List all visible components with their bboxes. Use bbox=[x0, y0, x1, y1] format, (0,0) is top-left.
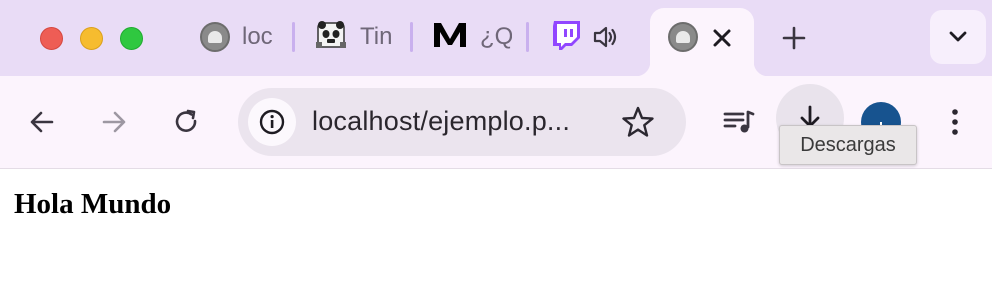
twitch-icon bbox=[550, 19, 582, 56]
media-controls-button[interactable] bbox=[718, 102, 760, 142]
reload-button[interactable] bbox=[166, 102, 206, 142]
panda-icon bbox=[314, 20, 348, 55]
forward-button[interactable] bbox=[94, 102, 134, 142]
window-close-button[interactable] bbox=[40, 27, 63, 50]
reload-icon bbox=[175, 109, 197, 132]
medium-m-icon bbox=[432, 20, 468, 55]
tab-localhost[interactable]: loc bbox=[200, 14, 276, 60]
kebab-menu-icon bbox=[952, 109, 958, 135]
address-bar[interactable]: localhost/ejemplo.p... bbox=[238, 88, 686, 156]
url-text[interactable]: localhost/ejemplo.p... bbox=[312, 106, 570, 137]
tab-strip: loc Tin ¿Q bbox=[0, 0, 992, 76]
tab-tinder[interactable]: Tin bbox=[314, 14, 394, 60]
playlist-music-icon bbox=[723, 110, 755, 133]
info-icon bbox=[259, 109, 285, 135]
chevron-down-icon bbox=[949, 31, 967, 42]
localhost-globe-icon bbox=[200, 22, 230, 52]
new-tab-button[interactable] bbox=[776, 20, 812, 56]
localhost-globe-icon bbox=[668, 22, 698, 52]
tab-separator bbox=[292, 22, 295, 52]
tab-medium[interactable]: ¿Q bbox=[432, 14, 512, 60]
tab-title: Tin bbox=[360, 23, 393, 50]
window-maximize-button[interactable] bbox=[120, 27, 143, 50]
page-content: Hola Mundo bbox=[0, 170, 992, 304]
tab-active-localhost[interactable] bbox=[636, 8, 768, 76]
tab-title: ¿Q bbox=[480, 23, 512, 50]
close-tab-icon[interactable] bbox=[710, 26, 734, 55]
tab-separator bbox=[526, 22, 529, 52]
site-info-button[interactable] bbox=[248, 98, 296, 146]
page-heading: Hola Mundo bbox=[14, 188, 172, 220]
plus-icon bbox=[782, 26, 806, 50]
chrome-menu-button[interactable] bbox=[938, 102, 972, 142]
tab-twitch[interactable] bbox=[550, 14, 630, 60]
back-button[interactable] bbox=[22, 102, 62, 142]
tab-title: loc bbox=[242, 23, 273, 50]
tab-separator bbox=[410, 22, 413, 52]
back-arrow-icon bbox=[30, 111, 54, 133]
window-minimize-button[interactable] bbox=[80, 27, 103, 50]
forward-arrow-icon bbox=[102, 111, 126, 133]
speaker-icon[interactable] bbox=[592, 24, 618, 50]
bookmark-star-icon[interactable] bbox=[620, 104, 656, 140]
downloads-tooltip: Descargas bbox=[779, 125, 917, 165]
tab-search-button[interactable] bbox=[930, 10, 986, 64]
